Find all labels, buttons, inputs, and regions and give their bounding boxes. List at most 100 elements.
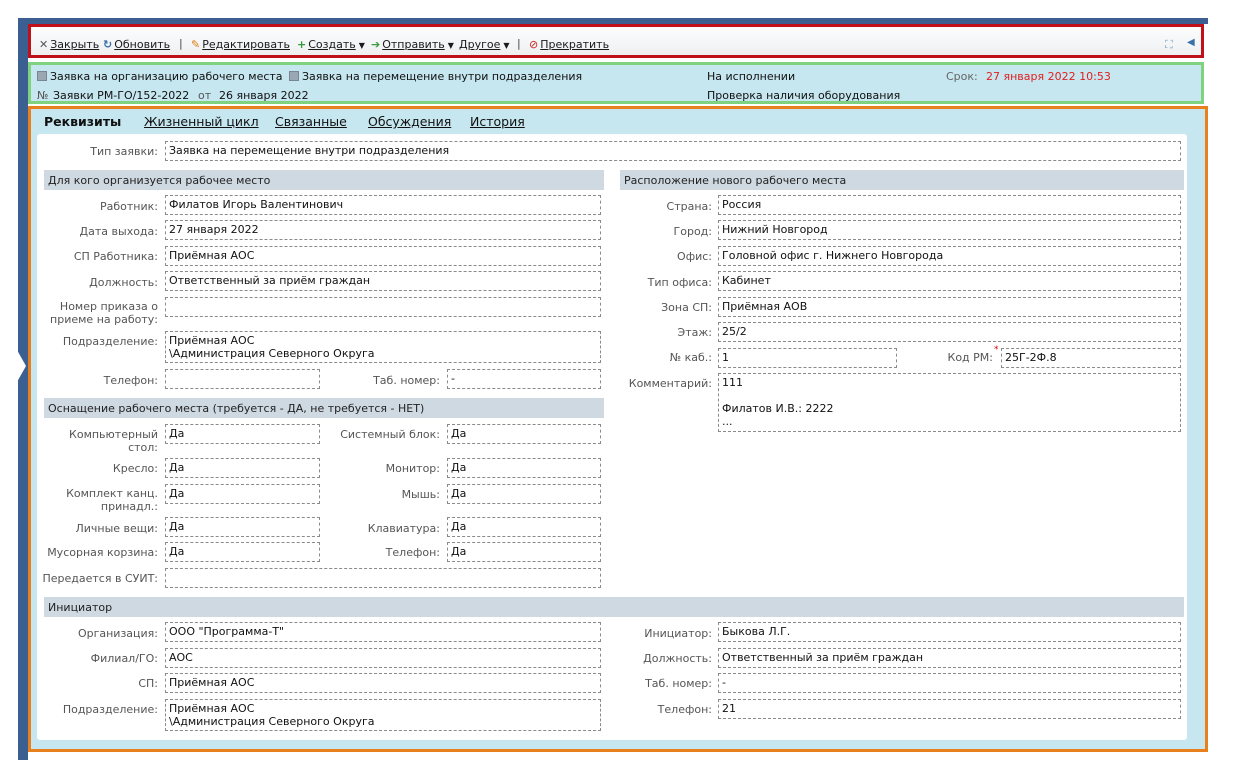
order-number-field[interactable] xyxy=(165,297,601,317)
zone-field[interactable]: Приёмная АОВ xyxy=(718,297,1181,317)
phone-label: Телефон: xyxy=(103,374,158,387)
toolbar-separator: | xyxy=(179,37,183,50)
rm-code-field[interactable]: 25Г-2Ф.8 xyxy=(1001,348,1181,368)
dropdown-arrow-icon: ▼ xyxy=(503,41,510,50)
other-button[interactable]: Другое ▼ xyxy=(459,38,512,51)
initiator-division-field[interactable]: Приёмная АОС \Администрация Северного Ок… xyxy=(165,699,601,731)
tab-number-label: Таб. номер: xyxy=(373,374,440,387)
toolbar-separator: | xyxy=(517,37,521,50)
personal-items-field[interactable]: Да xyxy=(165,517,320,537)
stop-icon: ⊘ xyxy=(529,38,539,51)
monitor-field[interactable]: Да xyxy=(447,458,601,478)
suit-field[interactable] xyxy=(165,568,601,588)
stationery-label: Комплект канц. принадл.: xyxy=(66,487,158,513)
equipment-phone-label: Телефон: xyxy=(385,546,440,559)
city-label: Город: xyxy=(673,225,712,238)
initiator-position-field[interactable]: Ответственный за приём граждан xyxy=(718,648,1181,668)
tab-related[interactable]: Связанные xyxy=(275,114,347,129)
country-label: Страна: xyxy=(666,200,712,213)
sp-field[interactable]: Приёмная АОС xyxy=(165,673,601,693)
position-field[interactable]: Ответственный за приём граждан xyxy=(165,271,601,291)
office-field[interactable]: Головной офис г. Нижнего Новгорода xyxy=(718,246,1181,266)
collapse-left-icon[interactable]: ◀ xyxy=(1187,37,1195,48)
country-field[interactable]: Россия xyxy=(718,195,1181,215)
chair-field[interactable]: Да xyxy=(165,458,320,478)
employee-dept-field[interactable]: Приёмная АОС xyxy=(165,246,601,266)
tab-discussions[interactable]: Обсуждения xyxy=(368,114,451,129)
city-field[interactable]: Нижний Новгород xyxy=(718,220,1181,240)
document-icon xyxy=(289,71,299,81)
dropdown-arrow-icon: ▼ xyxy=(447,41,454,50)
initiator-division-label: Подразделение: xyxy=(62,703,158,716)
initiator-phone-label: Телефон: xyxy=(657,703,712,716)
create-button[interactable]: + Создать ▼ xyxy=(297,38,367,51)
request-type-2: Заявка на перемещение внутри подразделен… xyxy=(289,70,582,83)
collapse-arrow-icon[interactable] xyxy=(17,350,26,382)
rm-code-label: Код РМ: xyxy=(947,351,993,364)
suit-label: Передается в СУИТ: xyxy=(42,572,159,585)
office-type-field[interactable]: Кабинет xyxy=(718,271,1181,291)
toolbar: ✕ Закрыть ↻ Обновить | ✎ Редактировать + Соз… xyxy=(28,24,1204,58)
request-type-label: Тип заявки: xyxy=(90,145,158,158)
tab-history[interactable]: История xyxy=(470,114,525,129)
left-frame-bar xyxy=(18,18,28,760)
stop-button[interactable]: ⊘ Прекратить xyxy=(529,38,609,51)
tab-requisites[interactable]: Реквизиты xyxy=(44,114,121,129)
close-button[interactable]: ✕ Закрыть xyxy=(39,38,99,51)
room-field[interactable]: 1 xyxy=(718,348,897,368)
branch-field[interactable]: АОС xyxy=(165,648,601,668)
division-label: Подразделение: xyxy=(62,335,158,348)
equipment-phone-field[interactable]: Да xyxy=(447,542,601,562)
pencil-icon: ✎ xyxy=(191,38,201,51)
request-number: Заявки РМ-ГО/152-2022 xyxy=(53,89,190,102)
section-location: Расположение нового рабочего места xyxy=(620,170,1184,190)
request-type-field[interactable]: Заявка на перемещение внутри подразделен… xyxy=(165,141,1181,161)
floor-field[interactable]: 25/2 xyxy=(718,322,1181,342)
tab-number-field[interactable]: - xyxy=(447,369,601,389)
refresh-button[interactable]: ↻ Обновить xyxy=(103,38,170,51)
keyboard-field[interactable]: Да xyxy=(447,517,601,537)
desk-field[interactable]: Да xyxy=(165,424,320,444)
refresh-icon: ↻ xyxy=(103,38,113,51)
office-type-label: Тип офиса: xyxy=(647,276,712,289)
organization-label: Организация: xyxy=(77,627,158,640)
tab-lifecycle[interactable]: Жизненный цикл xyxy=(144,114,259,129)
initiator-label: Инициатор: xyxy=(644,627,712,640)
personal-items-label: Личные вещи: xyxy=(75,522,158,535)
trash-bin-field[interactable]: Да xyxy=(165,542,320,562)
zone-label: Зона СП: xyxy=(661,301,712,314)
phone-field[interactable] xyxy=(165,369,320,389)
document-icon xyxy=(37,71,47,81)
required-asterisk-icon: * xyxy=(994,345,999,355)
comment-field[interactable]: 111 Филатов И.В.: 2222 ... xyxy=(718,373,1181,432)
employee-field[interactable]: Филатов Игорь Валентинович xyxy=(165,195,601,215)
chair-label: Кресло: xyxy=(112,462,158,475)
position-label: Должность: xyxy=(89,276,158,289)
division-field[interactable]: Приёмная АОС \Администрация Северного Ок… xyxy=(165,331,601,363)
dropdown-arrow-icon: ▼ xyxy=(358,41,365,50)
mouse-field[interactable]: Да xyxy=(447,484,601,504)
system-unit-field[interactable]: Да xyxy=(447,424,601,444)
stationery-field[interactable]: Да xyxy=(165,484,320,504)
branch-label: Филиал/ГО: xyxy=(90,652,158,665)
send-button[interactable]: ➔ Отправить ▼ xyxy=(371,38,456,51)
organization-field[interactable]: ООО "Программа-Т" xyxy=(165,622,601,642)
start-date-field[interactable]: 27 января 2022 xyxy=(165,220,601,240)
office-label: Офис: xyxy=(677,250,712,263)
number-prefix: № xyxy=(37,89,49,102)
status-text: На исполнении xyxy=(707,70,796,83)
initiator-field[interactable]: Быкова Л.Г. xyxy=(718,622,1181,642)
system-unit-label: Системный блок: xyxy=(340,428,440,441)
keyboard-label: Клавиатура: xyxy=(367,522,440,535)
deadline-label: Срок: xyxy=(946,70,978,83)
initiator-tab-number-field[interactable]: - xyxy=(718,673,1181,693)
initiator-phone-field[interactable]: 21 xyxy=(718,699,1181,719)
arrow-right-icon: ➔ xyxy=(371,38,381,51)
start-date-label: Дата выхода: xyxy=(79,225,158,238)
section-equipment: Оснащение рабочего места (требуется - ДА… xyxy=(44,398,604,418)
expand-icon[interactable]: ⛶ xyxy=(1165,38,1173,52)
trash-bin-label: Мусорная корзина: xyxy=(47,546,158,559)
mouse-label: Мышь: xyxy=(401,488,440,501)
section-for-whom: Для кого организуется рабочее место xyxy=(44,170,604,190)
edit-button[interactable]: ✎ Редактировать xyxy=(191,38,290,51)
